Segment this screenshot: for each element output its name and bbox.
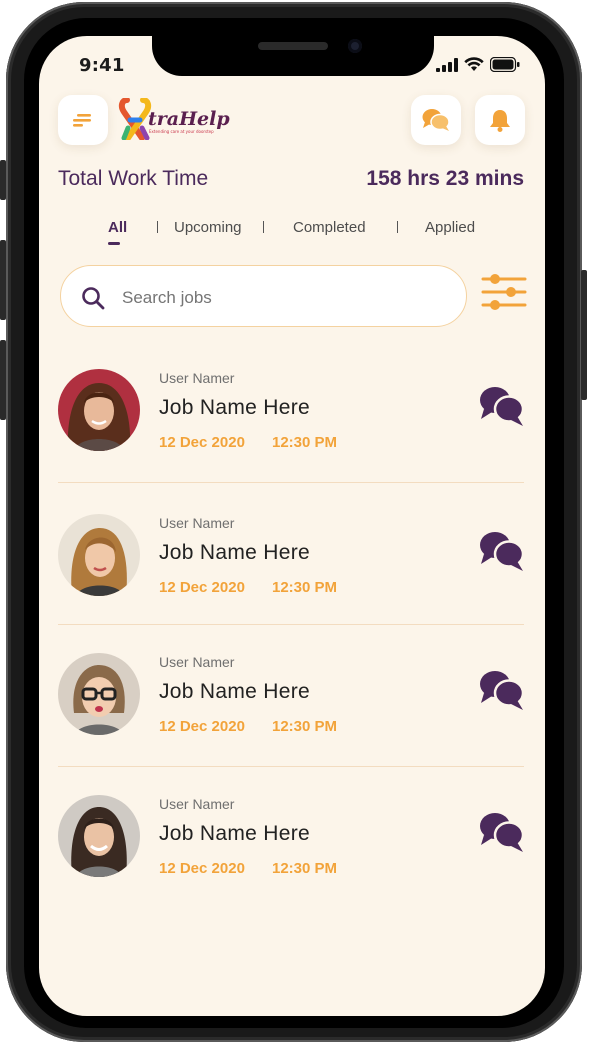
tab-upcoming[interactable]: Upcoming (174, 219, 242, 236)
chat-button[interactable] (478, 669, 526, 717)
front-camera (348, 39, 362, 53)
menu-button[interactable] (58, 95, 108, 145)
job-time: 12:30 PM (272, 434, 338, 451)
chat-bubbles-icon (480, 532, 525, 571)
job-title: Job Name Here (159, 541, 310, 564)
chat-bubbles-icon (480, 671, 525, 710)
tab-separator (263, 221, 264, 233)
chat-bubbles-icon (480, 813, 525, 852)
job-user-name: User Namer (159, 370, 235, 386)
phone-power-button (581, 270, 587, 400)
list-divider (58, 766, 524, 767)
battery-icon (490, 57, 520, 72)
search-icon (82, 287, 105, 310)
job-user-name: User Namer (159, 515, 235, 531)
list-divider (58, 624, 524, 625)
tab-separator (157, 221, 158, 233)
tab-separator (397, 221, 398, 233)
job-date: 12 Dec 2020 (159, 579, 245, 596)
tab-applied[interactable]: Applied (425, 219, 475, 236)
job-list-item[interactable]: User Namer Job Name Here 12 Dec 2020 12:… (58, 369, 526, 479)
bell-icon (490, 110, 510, 132)
filter-button[interactable] (481, 272, 527, 318)
sliders-filter-icon (481, 274, 527, 310)
avatar (58, 514, 140, 596)
list-divider (58, 482, 524, 483)
logo-subtitle: Extending care at your doorstep (149, 129, 214, 134)
notifications-button[interactable] (475, 95, 525, 145)
total-work-time-value: 158 hrs 23 mins (366, 167, 524, 190)
ribbon-logo-icon (118, 98, 152, 140)
job-date: 12 Dec 2020 (159, 434, 245, 451)
search-input[interactable] (122, 288, 422, 308)
job-filter-tabs: All Upcoming Completed Applied (0, 219, 593, 249)
avatar (58, 795, 140, 877)
job-list-item[interactable]: User Namer Job Name Here 12 Dec 2020 12:… (58, 514, 526, 624)
job-title: Job Name Here (159, 680, 310, 703)
messages-button[interactable] (411, 95, 461, 145)
phone-volume-down (0, 340, 6, 420)
chat-button[interactable] (478, 811, 526, 859)
phone-mute-switch (0, 160, 6, 200)
job-title: Job Name Here (159, 822, 310, 845)
total-work-time-label: Total Work Time (58, 167, 209, 190)
avatar (58, 653, 140, 735)
job-list-item[interactable]: User Namer Job Name Here 12 Dec 2020 12:… (58, 795, 526, 905)
status-icons (436, 57, 520, 72)
logo-text: traHelp (148, 108, 230, 130)
job-time: 12:30 PM (272, 718, 338, 735)
job-time: 12:30 PM (272, 860, 338, 877)
chat-bubbles-icon (480, 387, 525, 426)
chat-bubbles-icon (422, 109, 450, 131)
notch (152, 26, 434, 76)
tab-completed[interactable]: Completed (293, 219, 366, 236)
status-time: 9:41 (79, 55, 125, 76)
chat-button[interactable] (478, 385, 526, 433)
avatar (58, 369, 140, 451)
job-user-name: User Namer (159, 654, 235, 670)
job-user-name: User Namer (159, 796, 235, 812)
menu-icon (73, 114, 91, 127)
job-date: 12 Dec 2020 (159, 718, 245, 735)
job-title: Job Name Here (159, 396, 310, 419)
job-time: 12:30 PM (272, 579, 338, 596)
chat-button[interactable] (478, 530, 526, 578)
speaker-grille (258, 42, 328, 50)
cellular-signal-icon (436, 57, 458, 72)
job-list-item[interactable]: User Namer Job Name Here 12 Dec 2020 12:… (58, 653, 526, 763)
active-tab-indicator (108, 242, 120, 245)
wifi-icon (464, 57, 484, 71)
phone-volume-up (0, 240, 6, 320)
search-bar[interactable] (60, 265, 467, 327)
job-date: 12 Dec 2020 (159, 860, 245, 877)
tab-all[interactable]: All (108, 219, 127, 236)
